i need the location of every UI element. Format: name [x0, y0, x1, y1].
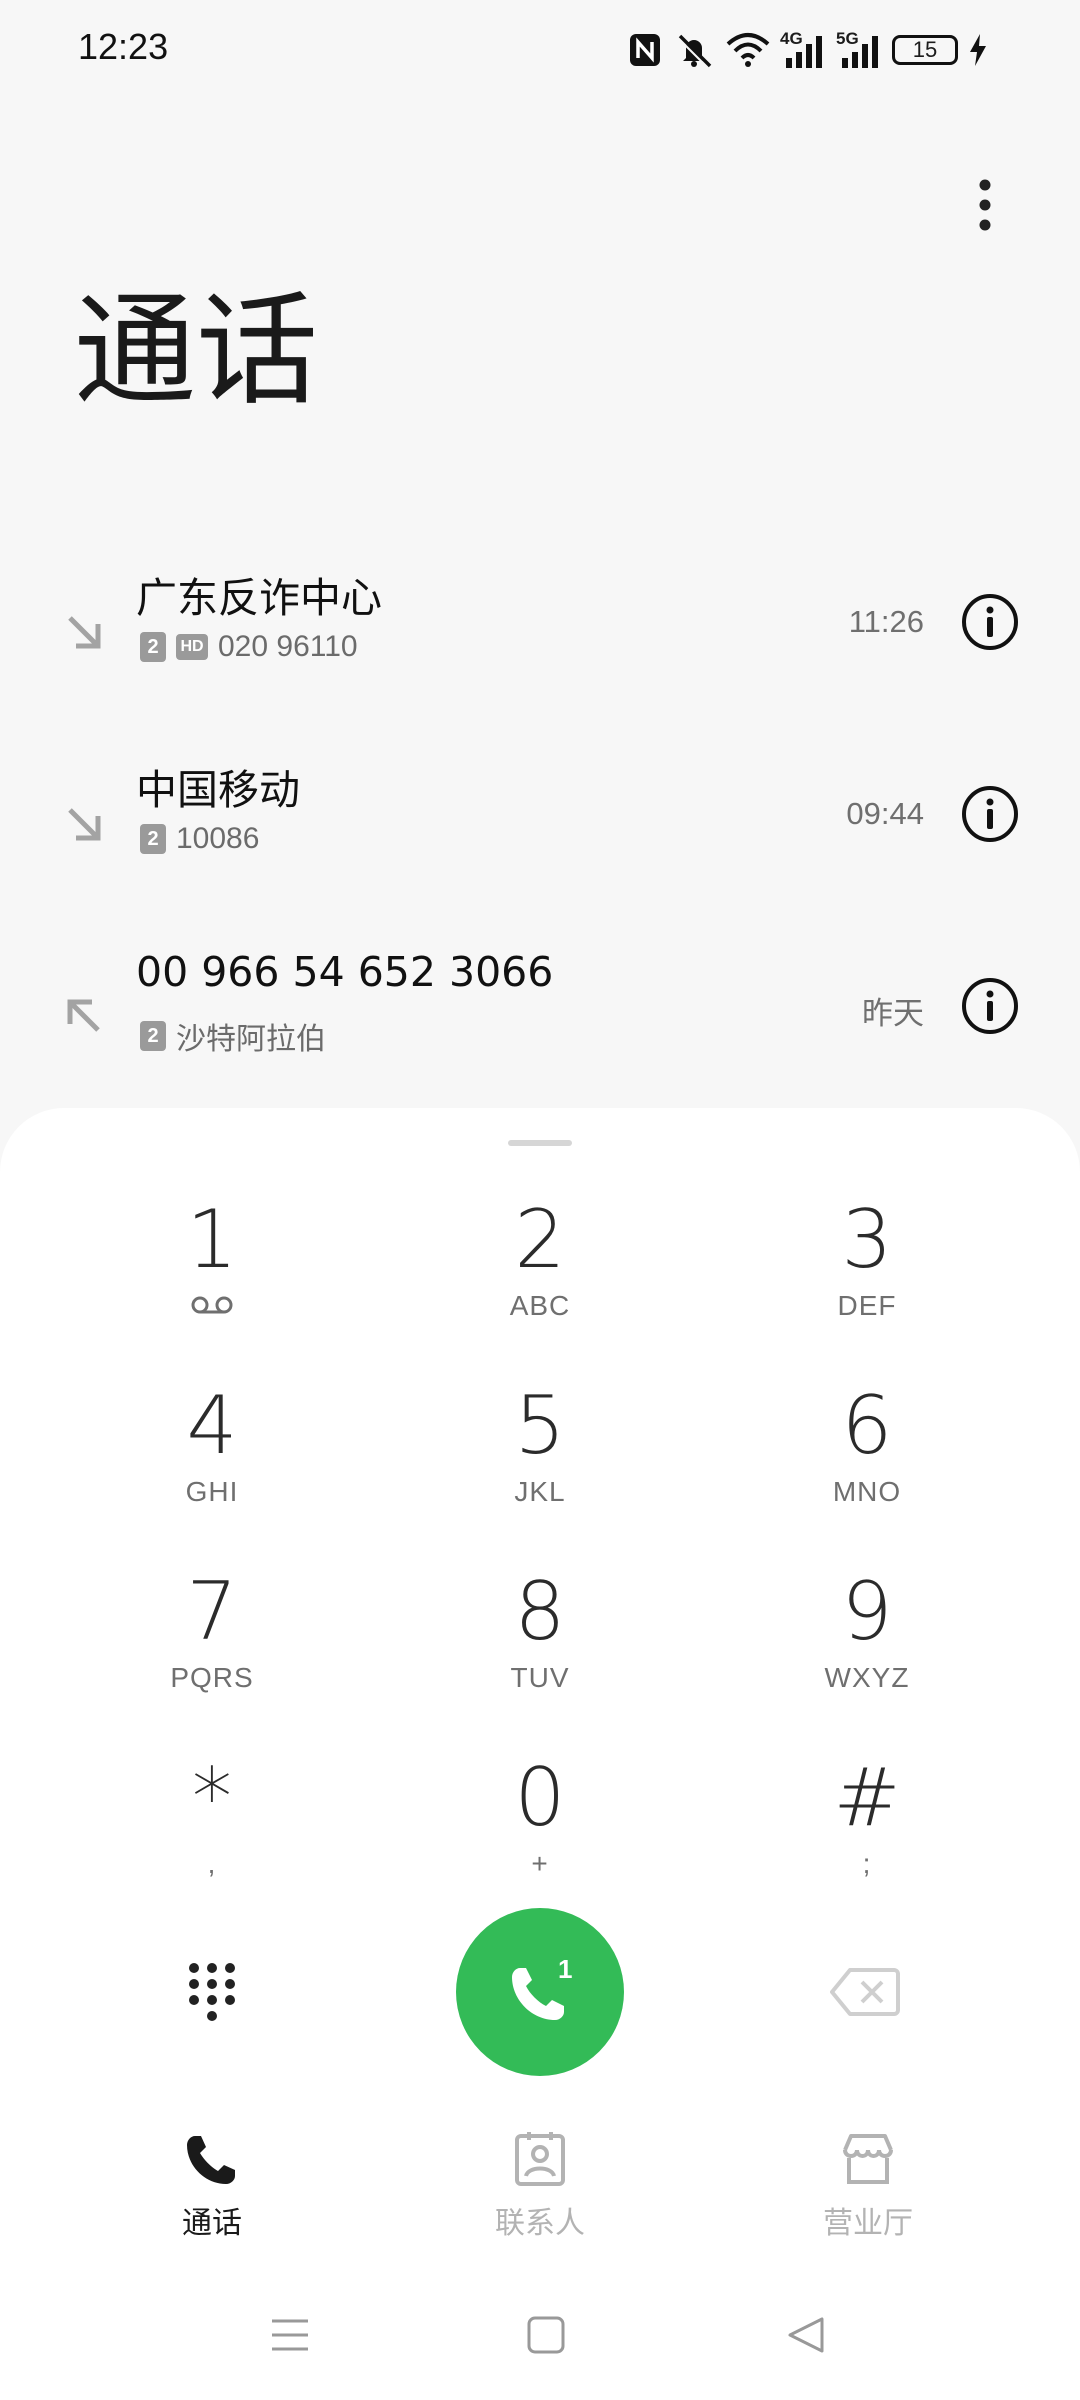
info-icon[interactable] [960, 976, 1020, 1036]
keypad-toggle-button[interactable] [182, 1960, 242, 2024]
key-letters: DEF [837, 1290, 897, 1321]
phone-number: 10086 [176, 822, 260, 855]
key-letters: MNO [832, 1476, 902, 1507]
phone-tab-icon [187, 2136, 235, 2184]
call-time: 11:26 [848, 604, 924, 639]
back-triangle-icon [788, 2317, 824, 2353]
key-letters: , [207, 1848, 217, 1879]
signal-5g-icon: 5G [836, 30, 882, 70]
status-time: 12:23 [78, 26, 169, 67]
key-letters: ABC [509, 1290, 571, 1321]
keypad-grid-icon [189, 1963, 235, 2021]
sim-badge: 2 [140, 1021, 166, 1051]
call-details: 2 10086 [140, 822, 259, 856]
caller-location: 沙特阿拉伯 [176, 1023, 326, 1056]
key-digit: # [833, 1751, 901, 1844]
dial-key-hash[interactable]: # ; [707, 1748, 1027, 1928]
tab-service-hall[interactable]: 营业厅 [748, 2130, 988, 2250]
battery-level: 15 [892, 35, 958, 65]
key-letters: WXYZ [824, 1662, 910, 1693]
key-digit: 6 [841, 1379, 893, 1472]
call-sim-number: 1 [558, 1954, 573, 1984]
signal-4g-icon: 4G [780, 30, 826, 70]
more-vert-icon [979, 179, 991, 231]
call-details: 2 沙特阿拉伯 [140, 1014, 326, 1058]
key-digit: * [192, 1751, 232, 1844]
voicemail-icon [191, 1296, 233, 1314]
incoming-call-arrow-icon [68, 616, 101, 649]
key-letters: ; [862, 1848, 872, 1879]
dial-key-5[interactable]: 5 JKL [380, 1376, 700, 1556]
sim-badge: 2 [140, 824, 166, 854]
recent-apps-button[interactable] [260, 2308, 320, 2362]
sim-badge: 2 [140, 632, 166, 662]
dial-key-star[interactable]: * , [52, 1748, 372, 1928]
backspace-button[interactable] [830, 1966, 900, 2018]
key-digit: 7 [186, 1565, 238, 1658]
key-digit: 4 [186, 1379, 238, 1472]
caller-name: 广东反诈中心 [136, 574, 382, 622]
dial-key-7[interactable]: 7 PQRS [52, 1562, 372, 1742]
incoming-call-arrow-icon [68, 808, 101, 841]
caller-name: 00 966 54 652 3066 [136, 948, 554, 996]
call-log-item[interactable]: 00 966 54 652 3066 2 沙特阿拉伯 昨天 [0, 944, 1080, 1094]
key-digit: 3 [841, 1193, 893, 1286]
key-letters: JKL [514, 1476, 566, 1507]
wifi-icon [726, 30, 770, 70]
key-digit: 1 [186, 1193, 238, 1286]
dial-key-3[interactable]: 3 DEF [707, 1190, 1027, 1370]
charging-icon [968, 30, 988, 70]
key-digit: 9 [841, 1565, 893, 1658]
key-letters: GHI [185, 1476, 239, 1507]
tab-label: 营业厅 [823, 2206, 913, 2241]
home-button[interactable] [516, 2308, 576, 2362]
call-details: 2 HD 020 96110 [140, 630, 358, 664]
call-log-item[interactable]: 广东反诈中心 2 HD 020 96110 11:26 [0, 560, 1080, 710]
info-icon[interactable] [960, 784, 1020, 844]
caller-name: 中国移动 [136, 766, 300, 814]
store-tab-icon [843, 2134, 893, 2184]
outgoing-call-arrow-icon [67, 999, 100, 1032]
sheet-drag-handle[interactable] [508, 1140, 572, 1146]
dial-key-6[interactable]: 6 MNO [707, 1376, 1027, 1556]
tab-label: 联系人 [495, 2206, 585, 2241]
nfc-icon [628, 30, 662, 70]
mute-bell-icon [672, 30, 716, 70]
call-time: 09:44 [846, 796, 924, 831]
call-time: 昨天 [862, 996, 924, 1031]
dial-key-9[interactable]: 9 WXYZ [707, 1562, 1027, 1742]
dial-key-4[interactable]: 4 GHI [52, 1376, 372, 1556]
dial-key-8[interactable]: 8 TUV [380, 1562, 700, 1742]
info-icon[interactable] [960, 592, 1020, 652]
menu-lines-icon [272, 2319, 308, 2351]
key-letters: TUV [510, 1662, 570, 1693]
key-digit: 0 [514, 1751, 566, 1844]
backspace-icon [830, 1968, 900, 2016]
key-digit: 8 [514, 1565, 566, 1658]
dial-key-1[interactable]: 1 [52, 1190, 372, 1370]
dial-key-0[interactable]: 0 + [380, 1748, 700, 1928]
phone-number: 020 96110 [218, 630, 358, 663]
dial-key-2[interactable]: 2 ABC [380, 1190, 700, 1370]
key-digit: 2 [514, 1193, 566, 1286]
contacts-tab-icon [515, 2132, 565, 2186]
status-icons: 4G 5G 15 [628, 26, 988, 74]
back-button[interactable] [776, 2308, 836, 2362]
tab-label: 通话 [182, 2206, 242, 2241]
home-square-icon [527, 2316, 565, 2354]
key-digit: 5 [514, 1379, 566, 1472]
page-title: 通话 [74, 280, 318, 422]
key-letters: + [531, 1848, 549, 1879]
call-log-item[interactable]: 中国移动 2 10086 09:44 [0, 752, 1080, 902]
key-letters: PQRS [170, 1662, 254, 1693]
hd-badge: HD [176, 634, 208, 660]
tab-contacts[interactable]: 联系人 [420, 2130, 660, 2250]
tab-calls[interactable]: 通话 [92, 2130, 332, 2250]
more-options-button[interactable] [960, 170, 1010, 240]
call-button[interactable]: 1 [456, 1908, 624, 2076]
